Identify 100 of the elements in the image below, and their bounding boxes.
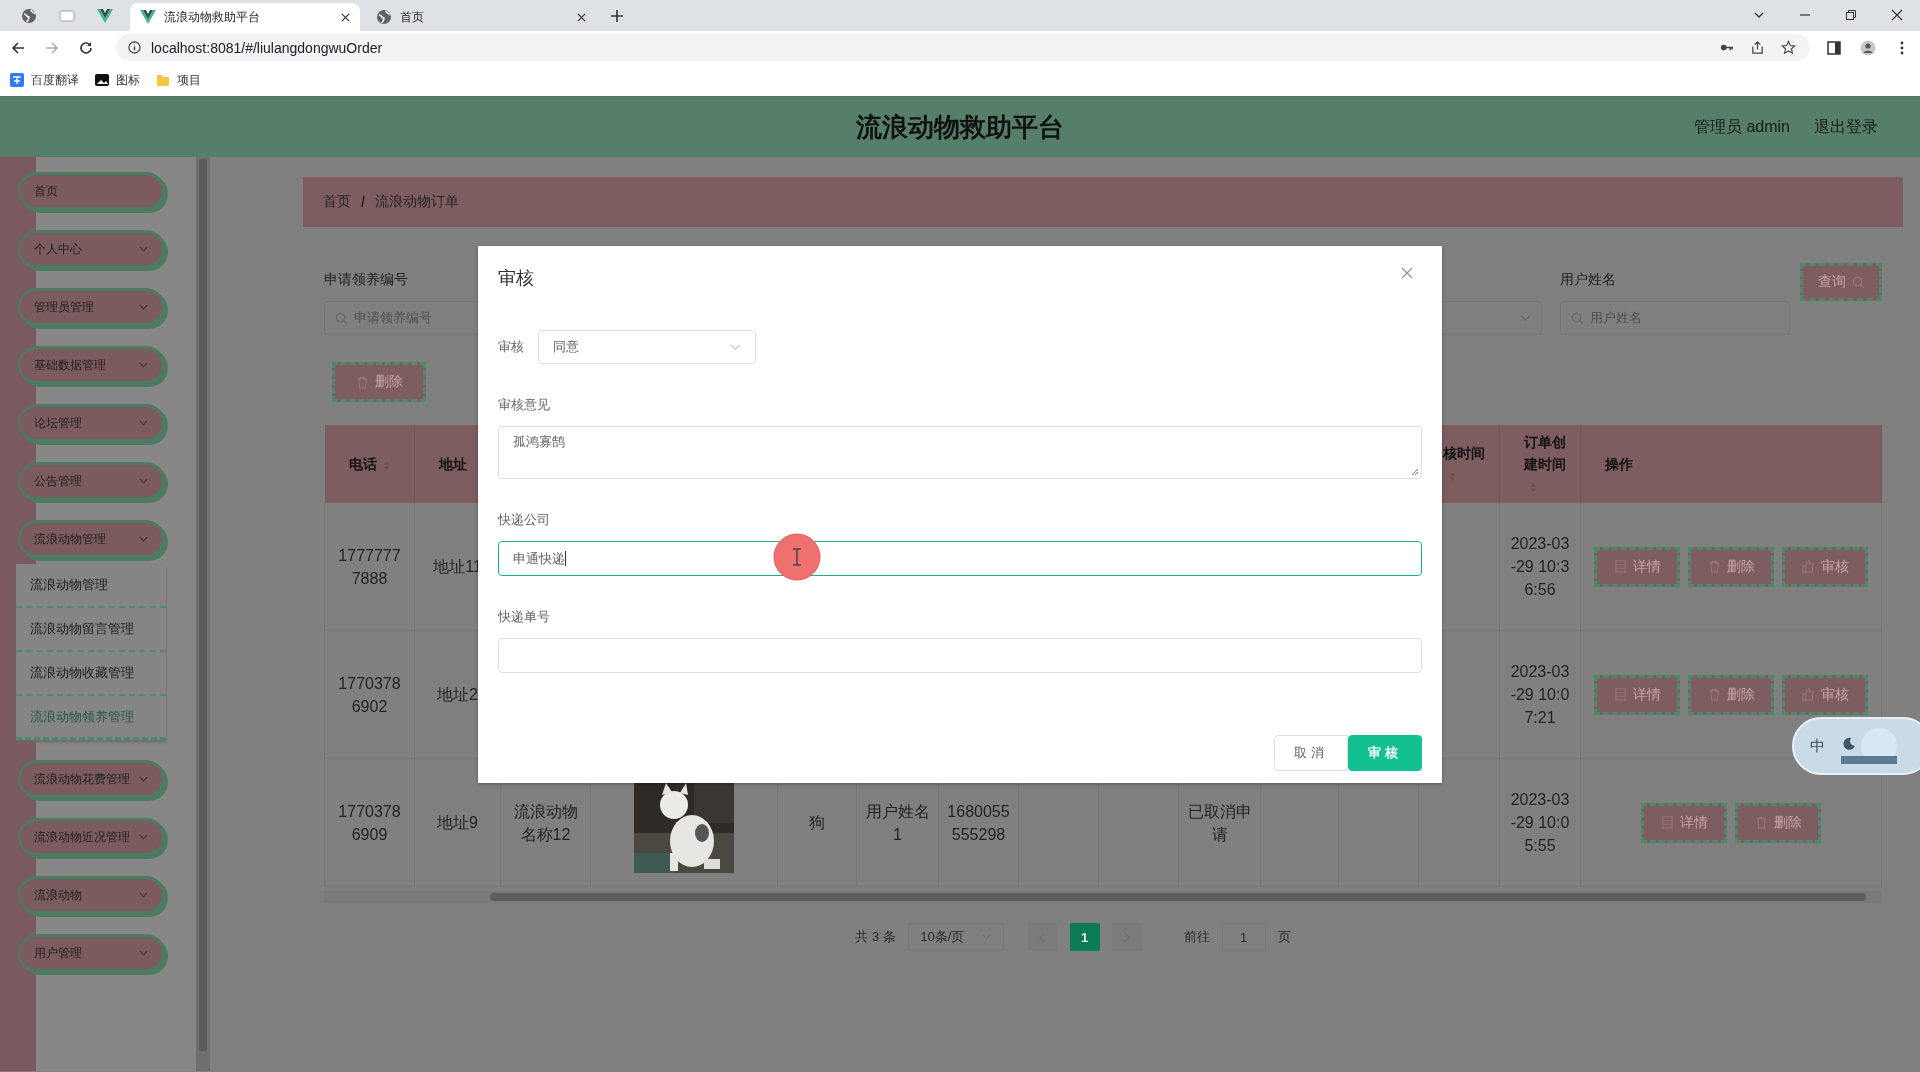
image-icon bbox=[95, 73, 109, 87]
page-size-select[interactable]: 10条/页 bbox=[907, 923, 1004, 951]
chevron-down-icon bbox=[139, 478, 148, 484]
new-tab-icon[interactable] bbox=[610, 9, 624, 23]
breadcrumb-link[interactable]: 流浪动物订单 bbox=[374, 193, 459, 211]
menu-item[interactable]: 基础数据管理 bbox=[18, 346, 165, 384]
menu-item[interactable]: 流浪动物近况管理 bbox=[18, 818, 165, 856]
bookmark-link[interactable]: 百度翻译 bbox=[10, 71, 79, 89]
close-icon[interactable] bbox=[1891, 9, 1903, 21]
v-logo-icon[interactable] bbox=[97, 7, 113, 24]
menu-item[interactable]: 管理员管理 bbox=[18, 288, 165, 326]
sidebar-panel-icon[interactable] bbox=[1826, 39, 1842, 56]
table-cell-text: 17777777888 bbox=[337, 545, 402, 589]
share-icon[interactable] bbox=[1750, 40, 1765, 55]
input-field[interactable] bbox=[498, 638, 1422, 673]
chevron-down-icon bbox=[1520, 314, 1531, 322]
close-icon[interactable] bbox=[577, 12, 586, 22]
menu-item[interactable]: 个人中心 bbox=[18, 230, 165, 268]
table-cell-text: 用户姓名1 bbox=[865, 801, 930, 845]
dialog-button[interactable]: 取消 bbox=[1274, 735, 1348, 771]
row-action-button[interactable]: 详情 bbox=[1594, 546, 1680, 587]
menu-item[interactable]: 公告管理 bbox=[18, 462, 165, 500]
close-icon[interactable] bbox=[341, 12, 350, 22]
menu-item[interactable]: 论坛管理 bbox=[18, 404, 165, 442]
resize-handle-icon[interactable] bbox=[1411, 468, 1419, 476]
menu-item[interactable]: 流浪动物管理 bbox=[18, 520, 165, 558]
document-icon bbox=[1660, 816, 1674, 829]
row-action-button[interactable]: 详情 bbox=[1594, 674, 1680, 715]
globe-icon[interactable] bbox=[21, 7, 37, 24]
submenu-item[interactable]: 流浪动物领养管理 bbox=[16, 696, 166, 740]
scrollbar[interactable] bbox=[196, 157, 210, 1071]
chevron-down-icon bbox=[139, 246, 148, 252]
menu-item[interactable]: 首页 bbox=[18, 172, 165, 210]
browser-tab[interactable]: 首页 bbox=[366, 3, 596, 31]
back-arrow-icon[interactable] bbox=[10, 39, 26, 56]
table-cell-text: 2023-03-29 10:36:56 bbox=[1509, 534, 1571, 600]
table-cell-text: 狗 bbox=[809, 813, 825, 833]
v-logo-icon bbox=[140, 9, 156, 25]
scrollbar[interactable] bbox=[324, 891, 1882, 903]
table-cell-text: 17703786902 bbox=[337, 673, 402, 717]
table-cell-text: 17703786909 bbox=[337, 801, 402, 845]
textarea-field[interactable]: 孤鸿寡鹄 bbox=[498, 426, 1422, 479]
column-header[interactable]: 电话 bbox=[348, 453, 412, 475]
search-button[interactable]: 查询 bbox=[1800, 263, 1882, 301]
trash-icon bbox=[355, 375, 369, 389]
address-field[interactable]: localhost:8081/#/liulangdongwuOrder bbox=[116, 34, 1810, 61]
submenu-item[interactable]: 流浪动物留言管理 bbox=[16, 608, 166, 652]
column-header: 地址 bbox=[439, 455, 468, 474]
bookmark-link[interactable]: 项目 bbox=[156, 71, 201, 89]
page-input[interactable]: 1 bbox=[1221, 923, 1266, 951]
globe-icon bbox=[376, 9, 392, 25]
menu-item[interactable]: 流浪动物花费管理 bbox=[18, 760, 165, 798]
row-action-button[interactable]: 详情 bbox=[1641, 802, 1727, 843]
menu-item[interactable]: 流浪动物 bbox=[18, 876, 165, 914]
field-label: 审核 bbox=[498, 338, 524, 356]
field-label: 快递单号 bbox=[498, 608, 551, 626]
dialog-button[interactable]: 审核 bbox=[1348, 735, 1422, 771]
breadcrumb-link[interactable]: 首页 bbox=[323, 193, 351, 211]
field-label: 审核意见 bbox=[498, 396, 551, 414]
info-icon bbox=[128, 41, 141, 54]
row-action-button[interactable]: 删除 bbox=[1688, 546, 1774, 587]
select-field[interactable]: 同意 bbox=[538, 330, 756, 364]
total-count: 共 3 条 bbox=[855, 928, 896, 946]
bookmark-link[interactable]: 图标 bbox=[95, 71, 140, 89]
document-icon bbox=[1613, 560, 1627, 573]
menu-item[interactable]: 用户管理 bbox=[18, 934, 165, 972]
ime-widget[interactable]: 中 bbox=[1792, 717, 1920, 775]
chevron-down-icon bbox=[139, 536, 148, 542]
chevron-down-icon bbox=[139, 892, 148, 898]
reload-icon[interactable] bbox=[78, 39, 94, 56]
field-label: 申请领养编号 bbox=[324, 271, 408, 287]
profile-avatar-icon[interactable] bbox=[1860, 39, 1876, 56]
logout-link[interactable]: 退出登录 bbox=[1814, 116, 1878, 138]
breadcrumb-separator: / bbox=[361, 194, 365, 210]
restore-icon[interactable] bbox=[1845, 9, 1857, 21]
folder-icon bbox=[156, 73, 170, 87]
star-icon[interactable] bbox=[1781, 40, 1796, 55]
chevron-down-icon bbox=[730, 343, 741, 351]
row-action-button[interactable]: 删除 bbox=[1735, 802, 1821, 843]
table-cell-text: 地址9 bbox=[437, 813, 478, 833]
site-title: 流浪动物救助平台 bbox=[856, 110, 1064, 144]
row-action-button[interactable]: 审核 bbox=[1782, 546, 1868, 587]
chevron-down-icon bbox=[139, 776, 148, 782]
row-action-button[interactable]: 审核 bbox=[1782, 674, 1868, 715]
submenu-item[interactable]: 流浪动物收藏管理 bbox=[16, 652, 166, 696]
field-label: 快递公司 bbox=[498, 511, 551, 529]
delete-button[interactable]: 删除 bbox=[332, 362, 426, 402]
submenu-item[interactable]: 流浪动物管理 bbox=[16, 564, 166, 608]
chevron-down-icon bbox=[139, 304, 148, 310]
input-field[interactable]: 申通快递 bbox=[498, 541, 1422, 576]
cursor-highlight-icon bbox=[773, 533, 821, 581]
field-label: 用户姓名 bbox=[1560, 271, 1616, 287]
browser-tab[interactable]: 流浪动物救助平台 bbox=[130, 3, 360, 31]
table-cell-text: 地址2 bbox=[437, 685, 478, 705]
chevron-down-icon bbox=[139, 420, 148, 426]
page-number[interactable]: 1 bbox=[1069, 923, 1100, 951]
chevron-down-icon bbox=[139, 950, 148, 956]
chevron-down-icon bbox=[139, 834, 148, 840]
row-action-button[interactable]: 删除 bbox=[1688, 674, 1774, 715]
trash-icon bbox=[1754, 816, 1768, 829]
